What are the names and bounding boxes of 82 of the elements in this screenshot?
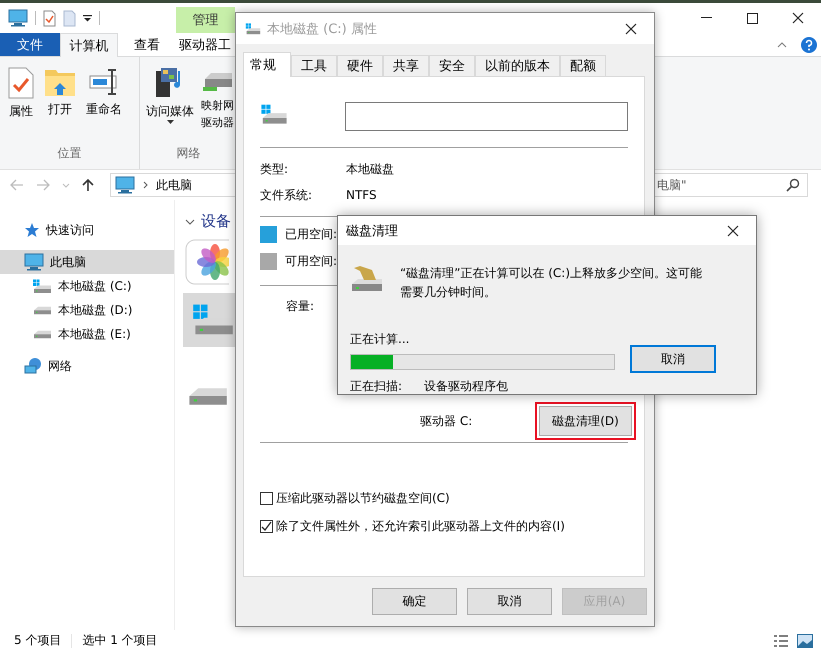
group-label: 网络: [176, 145, 202, 162]
dialog-title: 磁盘清理: [346, 222, 398, 240]
disk-cleanup-icon: [350, 264, 384, 292]
checklist-icon[interactable]: [43, 10, 56, 26]
ribbon-tab[interactable]: 计算机: [60, 33, 118, 57]
nav-item[interactable]: 网络: [0, 354, 174, 378]
ribbon-button[interactable]: 重命名: [82, 67, 126, 118]
drive-icon: [245, 22, 261, 34]
dialog-tab[interactable]: 工具: [291, 55, 337, 76]
close-icon[interactable]: [625, 22, 637, 34]
dialog-tab[interactable]: 安全: [429, 55, 475, 76]
up-icon[interactable]: [82, 178, 94, 192]
nav-item[interactable]: 此电脑: [0, 250, 174, 274]
context-tab[interactable]: 管理: [176, 7, 235, 33]
computer-icon: [24, 253, 44, 271]
selection-count: 选中 1 个项目: [82, 632, 158, 649]
drive-icon: [191, 303, 235, 337]
checkbox[interactable]: [260, 492, 273, 504]
details-view-icon[interactable]: [773, 634, 789, 648]
dialog-tab[interactable]: 共享: [383, 55, 429, 76]
ribbon-tab[interactable]: 文件: [0, 33, 60, 56]
drive-icon: [260, 104, 288, 125]
nav-item[interactable]: 本地磁盘 (C:): [0, 274, 174, 298]
drive-icon: [32, 278, 52, 294]
field-label: 类型:: [260, 160, 290, 178]
item-count: 5 个项目: [14, 632, 62, 649]
ribbon-button[interactable]: 属性: [4, 67, 38, 120]
legend-label: 可用空间:: [285, 252, 338, 270]
network-icon: [24, 357, 42, 375]
dialog-title: 本地磁盘 (C:) 属性: [267, 20, 377, 38]
close-icon[interactable]: [727, 224, 739, 236]
chevron-down-icon[interactable]: [185, 218, 195, 224]
ribbon-button[interactable]: 访问媒体: [142, 67, 198, 124]
dialog-tab[interactable]: 硬件: [337, 55, 383, 76]
name-field[interactable]: [344, 102, 628, 130]
dialog-button[interactable]: 确定: [372, 588, 457, 615]
drive-icon: [32, 306, 52, 314]
large-icons-view-icon[interactable]: [797, 634, 813, 648]
capacity-label: 容量:: [286, 299, 314, 313]
ribbon-tab[interactable]: 查看: [118, 33, 176, 56]
chevron-right-icon: [142, 181, 148, 189]
dialog-tab[interactable]: 以前的版本: [475, 55, 560, 76]
ribbon-tab[interactable]: 驱动器工: [176, 33, 234, 56]
disk-cleanup-button[interactable]: 磁盘清理(D): [539, 406, 632, 436]
minimize-icon[interactable]: [700, 17, 712, 19]
collapse-icon[interactable]: [777, 42, 787, 48]
drive-label: 驱动器 C:: [420, 412, 472, 430]
nav-item[interactable]: 快速访问: [0, 218, 174, 242]
cancel-button[interactable]: 取消: [630, 345, 716, 373]
photos-icon: [185, 239, 229, 285]
dialog-tab[interactable]: 配额: [560, 55, 606, 76]
ribbon-button[interactable]: 映射网 驱动器: [200, 67, 235, 131]
progress-label: 正在计算...: [350, 331, 410, 348]
rename-icon: [89, 67, 119, 97]
status-message: “磁盘清理”正在计算可以在 (C:)上释放多少空间。这可能需要几分钟时间。: [400, 265, 704, 301]
scan-label: 正在扫描:: [350, 378, 402, 395]
dropdown-icon[interactable]: [83, 14, 92, 22]
checkbox[interactable]: [260, 520, 273, 532]
option-checkbox[interactable]: 压缩此驱动器以节约磁盘空间(C): [260, 487, 628, 509]
legend-label: 已用空间:: [285, 226, 338, 242]
checklist-icon: [8, 67, 34, 99]
field-value: 本地磁盘: [346, 160, 394, 178]
section-header: 设备: [201, 212, 231, 231]
computer-icon: [8, 9, 28, 27]
help-icon[interactable]: [801, 36, 817, 52]
computer-icon: [114, 176, 135, 194]
field-label: 文件系统:: [260, 186, 314, 204]
folder-icon: [44, 67, 76, 97]
nav-item[interactable]: 本地磁盘 (E:): [0, 322, 174, 346]
close-icon[interactable]: [792, 12, 804, 24]
nav-item[interactable]: 本地磁盘 (D:): [0, 298, 174, 322]
search-icon[interactable]: [786, 178, 800, 192]
star-icon: [24, 222, 40, 238]
group-label: 位置: [56, 145, 82, 162]
option-checkbox[interactable]: 除了文件属性外，还允许索引此驱动器上文件的内容(I): [260, 515, 628, 537]
maximize-icon[interactable]: [746, 12, 758, 24]
field-value: NTFS: [346, 188, 377, 202]
ribbon-button[interactable]: 打开: [40, 67, 80, 118]
dialog-tab[interactable]: 常规: [243, 52, 291, 77]
dialog-button[interactable]: 取消: [467, 588, 552, 615]
drive-icon: [32, 330, 52, 338]
scan-item: 设备驱动程序包: [424, 378, 508, 395]
